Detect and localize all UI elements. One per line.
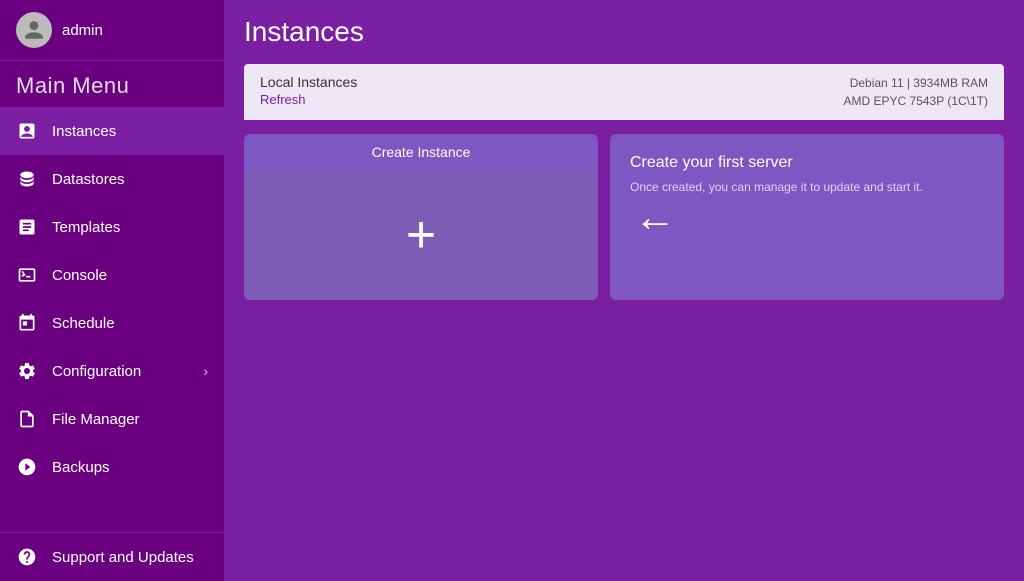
refresh-link[interactable]: Refresh: [260, 92, 357, 107]
create-instance-header: Create Instance: [244, 134, 598, 170]
sidebar-item-backups-label: Backups: [52, 459, 208, 476]
sidebar-item-templates-label: Templates: [52, 219, 208, 236]
first-server-card[interactable]: Create your first server Once created, y…: [610, 134, 1004, 300]
local-instances-info: Debian 11 | 3934MB RAM AMD EPYC 7543P (1…: [844, 74, 989, 110]
backups-icon: [16, 456, 38, 478]
local-instances-left: Local Instances Refresh: [260, 74, 357, 107]
sidebar-item-datastores-label: Datastores: [52, 171, 208, 188]
configuration-icon: [16, 360, 38, 382]
create-instance-body: +: [244, 170, 598, 300]
sidebar-nav: Instances Datastores Templates Console S: [0, 107, 224, 532]
sidebar-item-console[interactable]: Console: [0, 251, 224, 299]
sidebar-bottom: Support and Updates: [0, 532, 224, 581]
sidebar: admin Main Menu Instances Datastores Tem…: [0, 0, 224, 581]
sidebar-item-instances-label: Instances: [52, 123, 208, 140]
sidebar-item-configuration-label: Configuration: [52, 363, 189, 380]
sidebar-item-support-label: Support and Updates: [52, 549, 208, 566]
file-manager-icon: [16, 408, 38, 430]
sidebar-item-backups[interactable]: Backups: [0, 443, 224, 491]
main-content: Instances Local Instances Refresh Debian…: [224, 0, 1024, 581]
sidebar-item-instances[interactable]: Instances: [0, 107, 224, 155]
info-line2: AMD EPYC 7543P (1C\1T): [844, 92, 989, 110]
sidebar-header: admin: [0, 0, 224, 61]
local-instances-title: Local Instances: [260, 74, 357, 90]
sidebar-item-templates[interactable]: Templates: [0, 203, 224, 251]
sidebar-item-schedule[interactable]: Schedule: [0, 299, 224, 347]
datastores-icon: [16, 168, 38, 190]
console-icon: [16, 264, 38, 286]
sidebar-item-schedule-label: Schedule: [52, 315, 208, 332]
create-instance-card[interactable]: Create Instance +: [244, 134, 598, 300]
arrow-left-icon: ←: [634, 193, 676, 241]
instances-icon: [16, 120, 38, 142]
sidebar-item-file-manager[interactable]: File Manager: [0, 395, 224, 443]
sidebar-item-support[interactable]: Support and Updates: [0, 533, 224, 581]
instances-cards: Create Instance + Create your first serv…: [244, 120, 1004, 300]
info-line1: Debian 11 | 3934MB RAM: [844, 74, 989, 92]
schedule-icon: [16, 312, 38, 334]
local-instances-bar: Local Instances Refresh Debian 11 | 3934…: [244, 64, 1004, 120]
sidebar-item-configuration[interactable]: Configuration ›: [0, 347, 224, 395]
first-server-desc: Once created, you can manage it to updat…: [630, 178, 984, 196]
templates-icon: [16, 216, 38, 238]
avatar: [16, 12, 52, 48]
support-icon: [16, 546, 38, 568]
sidebar-item-datastores[interactable]: Datastores: [0, 155, 224, 203]
username-label: admin: [62, 22, 103, 39]
plus-icon: +: [406, 209, 436, 261]
page-title: Instances: [244, 16, 1004, 48]
sidebar-item-file-manager-label: File Manager: [52, 411, 208, 428]
chevron-right-icon: ›: [203, 363, 208, 379]
first-server-title: Create your first server: [630, 154, 984, 172]
main-menu-label: Main Menu: [0, 61, 224, 107]
sidebar-item-console-label: Console: [52, 267, 208, 284]
